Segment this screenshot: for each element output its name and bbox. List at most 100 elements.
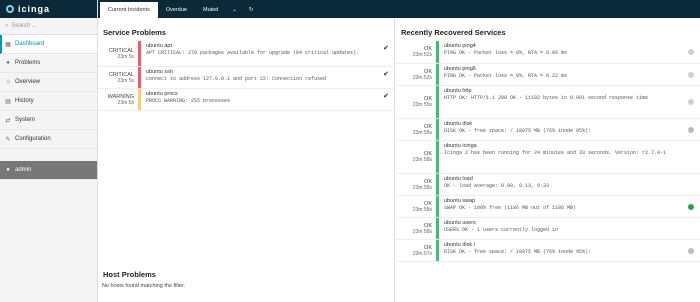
service-host[interactable]: ubuntu disk / <box>444 242 682 249</box>
state-since: 23m 58s <box>412 184 432 191</box>
tab-bar: Current Incidents Overdue Muted ⌄ ↻ <box>98 0 700 18</box>
dashboard-icon: ▦ <box>5 41 11 48</box>
perfdata-pie-icon <box>688 71 694 78</box>
problems-icon: ● <box>6 60 10 66</box>
sidebar-item-system[interactable]: ⇄ System <box>0 111 97 130</box>
row-content: ubuntu load OK - load average: 0.00, 0.13… <box>439 174 700 195</box>
state-cell: OK 23m 58s <box>396 218 436 239</box>
sidebar-item-label: Configuration <box>15 136 51 142</box>
system-icon: ⇄ <box>5 117 11 124</box>
table-row[interactable]: OK 23m 58s ubuntu icinga Icinga 2 has been … <box>396 141 700 174</box>
state-cell: OK 23m 58s <box>396 174 436 195</box>
host-problems-section: Host Problems No hosts found matching th… <box>98 270 394 289</box>
logo[interactable]: icinga <box>0 0 97 18</box>
host-problems-title: Host Problems <box>103 270 156 279</box>
acknowledged-check-icon: ✔ <box>383 71 389 78</box>
table-row[interactable]: OK 23m 52s ubuntu ping4 PING OK - Packet lo… <box>396 41 700 64</box>
tab-current-incidents[interactable]: Current Incidents <box>100 2 158 18</box>
state-since: 23m 58s <box>412 129 432 136</box>
table-row[interactable]: CRITICAL 23m 5s ubuntu ssh connect to ad… <box>98 67 394 89</box>
state-cell: OK 23m 52s <box>396 64 436 85</box>
service-host[interactable]: ubuntu swap <box>444 198 682 205</box>
service-host[interactable]: ubuntu load <box>444 176 682 183</box>
tab-overdue[interactable]: Overdue <box>158 2 195 18</box>
state-since: 23m 55s <box>412 102 432 108</box>
table-row[interactable]: OK 23m 55s ubuntu http HTTP OK: HTTP/1.1 20… <box>396 86 700 119</box>
state-cell: CRITICAL 23m 5s <box>98 41 138 66</box>
row-content: ubuntu ping6 PING OK - Packet loss = 0%, … <box>439 64 700 85</box>
row-content: ubuntu procs PROCS WARNING: 255 processe… <box>141 89 394 110</box>
sidebar-item-label: History <box>15 98 34 104</box>
table-row[interactable]: OK 23m 57s ubuntu disk / DISK OK - free spa… <box>396 240 700 262</box>
perfdata-pie-icon <box>688 203 694 210</box>
sidebar-item-admin[interactable]: ● admin <box>0 161 97 180</box>
sidebar-item-label: Dashboard <box>15 41 45 47</box>
chevron-down-icon[interactable]: ⌄ <box>226 2 243 18</box>
service-problems-title: Service Problems <box>103 28 166 37</box>
state-cell: WARNING 23m 5s <box>98 89 138 110</box>
state-cell: OK 23m 58s <box>396 141 436 173</box>
user-icon: ● <box>6 167 10 173</box>
left-column: Service Problems CRITICAL 23m 5s ubuntu … <box>98 18 395 302</box>
sidebar-item-configuration[interactable]: ✎ Configuration <box>0 130 97 149</box>
state-cell: OK 23m 55s <box>396 86 436 118</box>
state-cell: OK 23m 52s <box>396 41 436 63</box>
state-cell: OK 23m 57s <box>396 240 436 261</box>
sidebar-item-dashboard[interactable]: ▦ Dashboard <box>0 35 97 54</box>
table-row[interactable]: OK 23m 58s ubuntu disk DISK OK - free space… <box>396 119 700 141</box>
history-icon: ▤ <box>5 98 11 105</box>
logo-text: icinga <box>18 4 51 14</box>
state-since: 23m 5s <box>117 77 134 84</box>
row-content: ubuntu http HTTP OK: HTTP/1.1 200 OK - 11… <box>439 86 700 118</box>
state-since: 23m 58s <box>412 206 432 213</box>
sidebar-item-overview[interactable]: ⌂ Overview <box>0 73 97 92</box>
service-output: Icinga 2 has been running for 24 minutes… <box>444 150 667 156</box>
service-host[interactable]: ubuntu apt <box>146 43 394 50</box>
perfdata-pie-icon <box>688 99 694 105</box>
service-host[interactable]: ubuntu ping6 <box>444 66 682 73</box>
service-output: USERS OK - 1 users currently logged in <box>444 227 559 233</box>
table-row[interactable]: CRITICAL 23m 5s ubuntu apt APT CRITICAL:… <box>98 41 394 67</box>
service-host[interactable]: ubuntu ping4 <box>444 43 682 50</box>
service-host[interactable]: ubuntu http <box>444 88 682 95</box>
service-host[interactable]: ubuntu users <box>444 220 682 227</box>
state-since: 23m 52s <box>412 52 432 58</box>
sidebar-item-history[interactable]: ▤ History <box>0 92 97 111</box>
main-panel: Current Incidents Overdue Muted ⌄ ↻ Serv… <box>98 0 700 302</box>
table-row[interactable]: OK 23m 58s ubuntu load OK - load average: 0… <box>396 174 700 196</box>
service-host[interactable]: ubuntu procs <box>146 91 394 98</box>
service-output: PING OK - Packet loss = 0%, RTA = 0.22 m… <box>444 73 568 79</box>
row-content: ubuntu icinga Icinga 2 has been running f… <box>439 141 700 173</box>
table-row[interactable]: OK 23m 58s ubuntu swap SWAP OK - 100% free … <box>396 196 700 218</box>
service-output: SWAP OK - 100% free (1186 MB out of 1186… <box>444 205 577 211</box>
row-content: ubuntu disk / DISK OK - free space: / 189… <box>439 240 700 261</box>
host-problems-empty: No hosts found matching the filter. <box>102 283 186 289</box>
row-content: ubuntu apt APT CRITICAL: 270 packages av… <box>141 41 394 66</box>
row-content: ubuntu swap SWAP OK - 100% free (1186 MB … <box>439 196 700 217</box>
service-problems-list: CRITICAL 23m 5s ubuntu apt APT CRITICAL:… <box>98 41 394 111</box>
state-cell: CRITICAL 23m 5s <box>98 67 138 88</box>
service-host[interactable]: ubuntu icinga <box>444 143 682 150</box>
icinga-logo-icon <box>6 5 14 13</box>
sidebar-item-label: Overview <box>15 79 41 85</box>
table-row[interactable]: OK 23m 58s ubuntu users USERS OK - 1 users … <box>396 218 700 240</box>
service-output: PING OK - Packet loss = 0%, RTA = 0.06 m… <box>444 50 568 56</box>
refresh-icon[interactable]: ↻ <box>243 2 260 18</box>
row-content: ubuntu disk DISK OK - free space: / 18975… <box>439 119 700 140</box>
service-host[interactable]: ubuntu disk <box>444 121 682 128</box>
state-since: 23m 58s <box>412 228 432 235</box>
row-content: ubuntu ping4 PING OK - Packet loss = 0%, … <box>439 41 700 63</box>
table-row[interactable]: OK 23m 52s ubuntu ping6 PING OK - Packet lo… <box>396 64 700 86</box>
search-input[interactable]: ⌕ Search ... <box>0 18 97 35</box>
right-column: Recently Recovered Services OK 23m 52s ubu… <box>396 18 700 302</box>
service-host[interactable]: ubuntu ssh <box>146 69 394 76</box>
table-row[interactable]: WARNING 23m 5s ubuntu procs PROCS WARNIN… <box>98 89 394 111</box>
sidebar-item-problems[interactable]: ● Problems <box>0 54 97 73</box>
state-since: 23m 58s <box>412 157 432 163</box>
acknowledged-check-icon: ✔ <box>383 45 389 52</box>
recovered-services-list: OK 23m 52s ubuntu ping4 PING OK - Packet lo… <box>396 41 700 262</box>
sidebar-item-label: Problems <box>15 60 41 66</box>
sidebar-item-label: System <box>15 117 36 123</box>
recovered-services-title: Recently Recovered Services <box>401 28 506 37</box>
tab-muted[interactable]: Muted <box>195 2 226 18</box>
